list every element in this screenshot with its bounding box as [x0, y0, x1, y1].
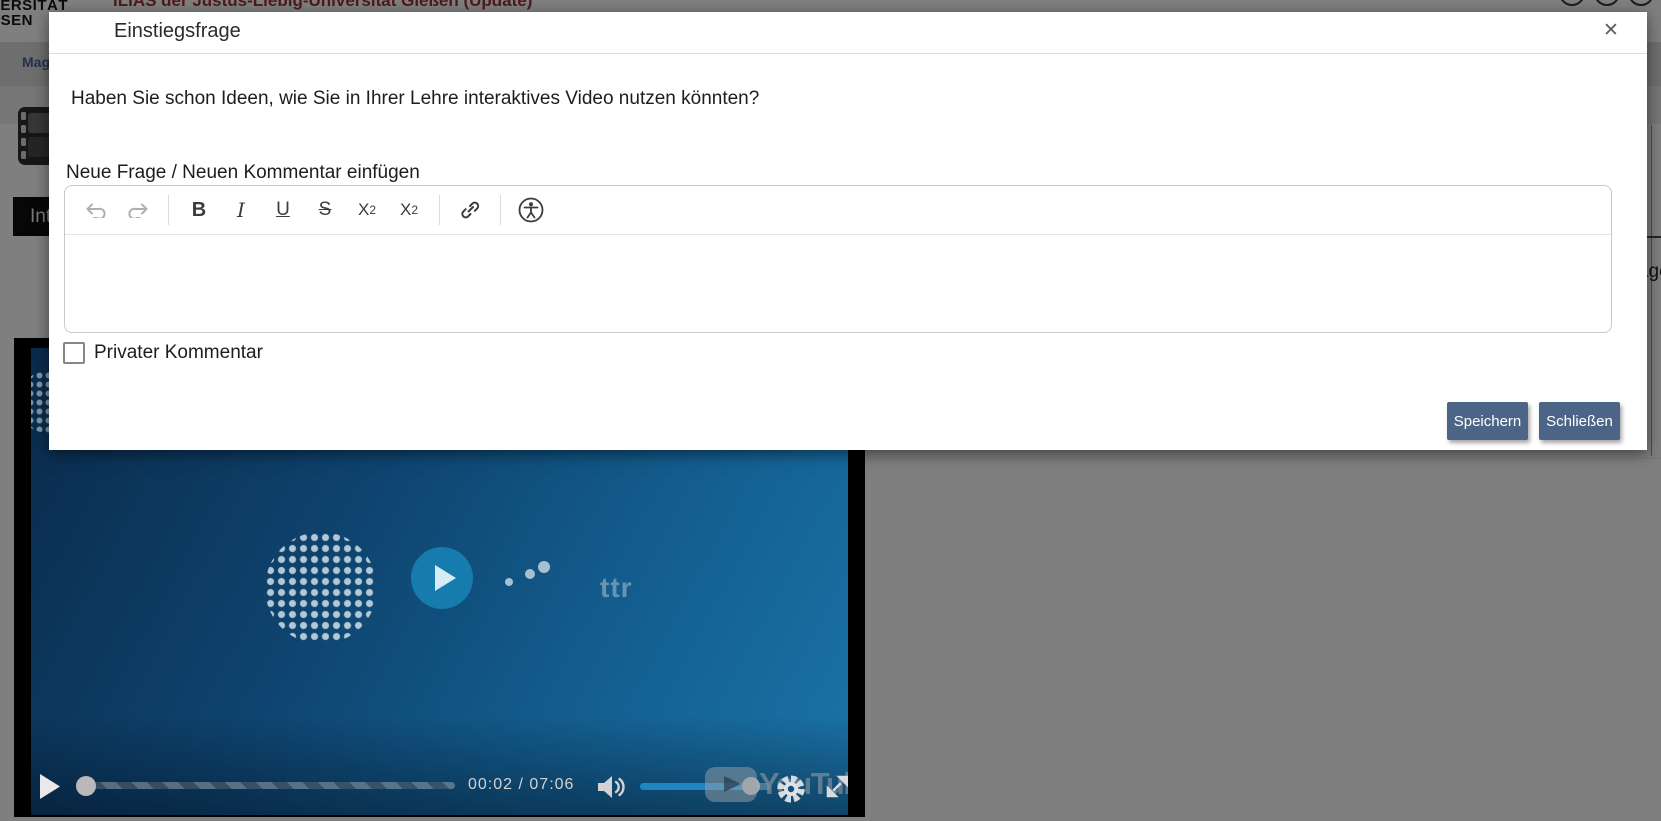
modal-close-icon[interactable]: ✕	[1599, 19, 1623, 43]
bold-button[interactable]: B	[182, 193, 216, 227]
undo-icon[interactable]	[79, 193, 113, 227]
modal-title: Einstiegsfrage	[114, 20, 241, 43]
editor-label: Neue Frage / Neuen Kommentar einfügen	[66, 162, 420, 184]
redo-icon[interactable]	[121, 193, 155, 227]
video-watermark-text: ttr	[600, 572, 633, 604]
youtube-play-triangle	[724, 776, 741, 792]
editor-content-area[interactable]	[65, 235, 1611, 332]
italic-button[interactable]: I	[224, 193, 258, 227]
video-center-play-button[interactable]	[411, 547, 473, 609]
volume-icon[interactable]	[597, 775, 627, 799]
private-comment-checkbox[interactable]	[63, 342, 85, 364]
settings-gear-icon[interactable]	[776, 774, 806, 804]
fullscreen-icon[interactable]	[824, 773, 848, 800]
toolbar-separator	[500, 195, 501, 225]
progress-scrubber[interactable]	[76, 776, 96, 796]
private-comment-row: Privater Kommentar	[63, 342, 263, 364]
progress-bar[interactable]	[76, 782, 455, 789]
accessibility-icon[interactable]	[514, 193, 548, 227]
screen: ILIAS der Justus-Liebig-Universität Gieß…	[0, 0, 1661, 821]
time-current: 00:02	[468, 776, 513, 793]
modal-dialog: Einstiegsfrage ✕ Haben Sie schon Ideen, …	[49, 12, 1647, 450]
superscript-button[interactable]: X2	[392, 193, 426, 227]
modal-header: Einstiegsfrage ✕	[49, 12, 1647, 54]
superscript-base: X	[400, 200, 411, 220]
strikethrough-button[interactable]: S	[308, 193, 342, 227]
time-total: 07:06	[529, 776, 574, 793]
decorative-dot	[538, 561, 550, 573]
save-button[interactable]: Speichern	[1447, 402, 1528, 440]
youtube-logo-icon	[705, 767, 757, 802]
halftone-circle	[265, 532, 377, 644]
toolbar-separator	[168, 195, 169, 225]
play-triangle-icon	[435, 565, 456, 591]
superscript-digit: 2	[411, 203, 418, 217]
link-icon[interactable]	[453, 193, 487, 227]
decorative-dot	[505, 578, 513, 586]
private-comment-label: Privater Kommentar	[94, 342, 263, 364]
play-button[interactable]	[39, 773, 61, 800]
time-display: 00:02 / 07:06	[468, 776, 574, 794]
subscript-base: X	[358, 200, 369, 220]
richtext-editor: B I U S X2 X2	[64, 185, 1612, 333]
toolbar-separator	[439, 195, 440, 225]
close-button[interactable]: Schließen	[1539, 402, 1620, 440]
decorative-dot	[525, 569, 535, 579]
subscript-digit: 2	[369, 203, 376, 217]
question-text: Haben Sie schon Ideen, wie Sie in Ihrer …	[71, 88, 759, 110]
underline-button[interactable]: U	[266, 193, 300, 227]
time-separator: /	[519, 776, 524, 793]
subscript-button[interactable]: X2	[350, 193, 384, 227]
editor-toolbar: B I U S X2 X2	[65, 186, 1611, 235]
